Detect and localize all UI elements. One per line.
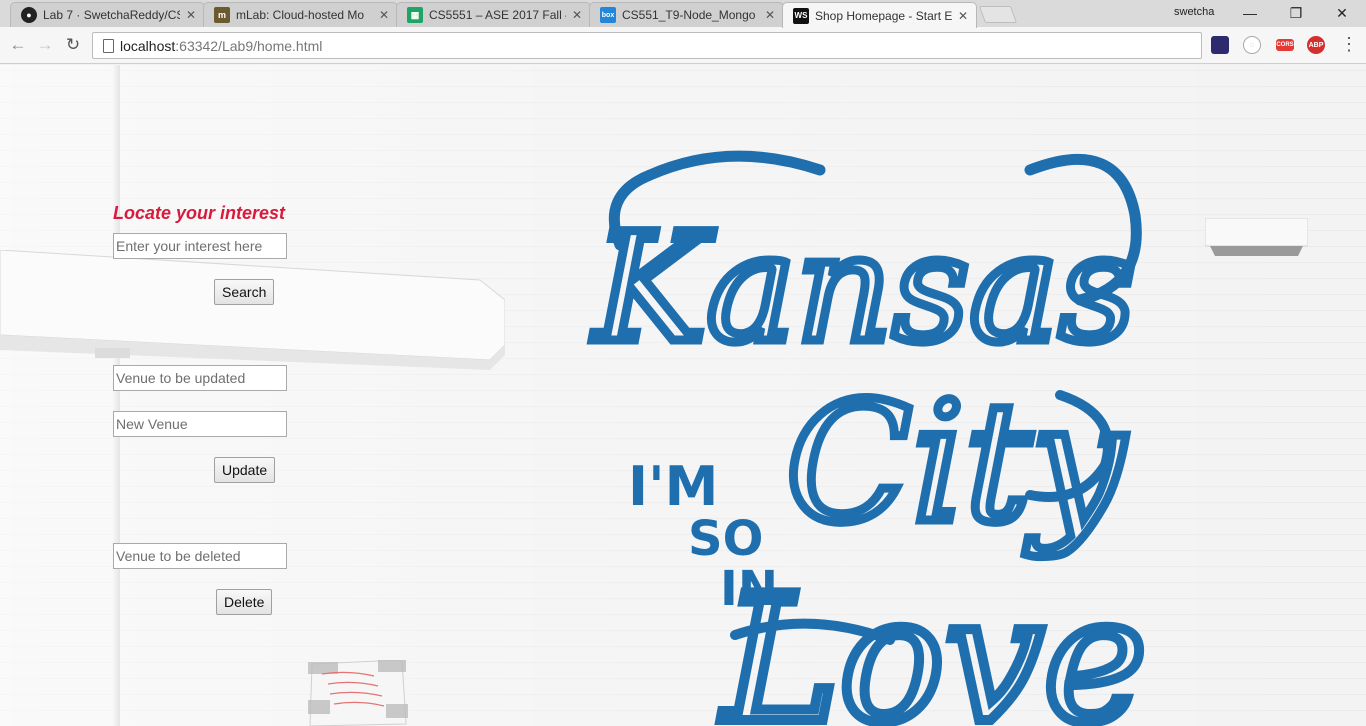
url-text[interactable]: localhost:63342/Lab9/home.html [120, 38, 322, 54]
restore-icon[interactable]: ❐ [1273, 0, 1319, 26]
kansas-city-mural: Kansas I'M SO IN City Love [587, 150, 1152, 726]
profile-name[interactable]: swetcha [1174, 6, 1214, 18]
tab-title: mLab: Cloud-hosted Mo [236, 8, 365, 22]
wall-pipe [112, 65, 120, 726]
window-close-icon[interactable]: ✕ [1319, 0, 1365, 26]
tab-title: CS5551 – ASE 2017 Fall – [429, 8, 566, 22]
tab-title: Shop Homepage - Start E [815, 8, 952, 23]
new-tab-button[interactable] [978, 6, 1018, 23]
page-info-icon[interactable] [103, 39, 114, 53]
browser-toolbar: ← → ↻ localhost:63342/Lab9/home.html ◌ C… [0, 27, 1366, 64]
sheets-icon: ▦ [407, 7, 423, 23]
tab-github[interactable]: ● Lab 7 · SwetchaReddy/CS ✕ [10, 2, 205, 27]
github-icon: ● [21, 7, 37, 23]
search-button[interactable]: Search [214, 279, 275, 305]
interest-search-input[interactable] [113, 233, 287, 259]
mural-word-im: I'M [628, 455, 718, 518]
close-icon[interactable]: ✕ [763, 8, 777, 22]
tab-title: CS551_T9-Node_Mongo [622, 8, 756, 22]
mural-word-kansas: Kansas [591, 202, 1135, 376]
address-bar[interactable]: localhost:63342/Lab9/home.html [92, 32, 1202, 59]
tab-box[interactable]: box CS551_T9-Node_Mongo ✕ [589, 2, 784, 27]
search-heading: Locate your interest [113, 203, 286, 223]
wall-note [308, 660, 408, 726]
color-icon[interactable]: CORS [1276, 39, 1294, 51]
delete-button[interactable]: Delete [216, 589, 273, 615]
venue-to-delete-input[interactable] [113, 543, 287, 569]
minimize-icon[interactable]: — [1227, 0, 1273, 26]
update-button[interactable]: Update [214, 457, 276, 483]
close-icon[interactable]: ✕ [956, 9, 970, 23]
reload-icon[interactable]: ↻ [63, 35, 83, 55]
chrome-menu-icon[interactable]: ⋮ [1340, 35, 1358, 53]
tab-sheets[interactable]: ▦ CS5551 – ASE 2017 Fall – ✕ [396, 2, 591, 27]
wall-awning [0, 250, 505, 370]
box-icon: box [600, 7, 616, 23]
close-icon[interactable]: ✕ [184, 8, 198, 22]
venue-to-update-input[interactable] [113, 365, 287, 391]
close-icon[interactable]: ✕ [570, 8, 584, 22]
close-icon[interactable]: ✕ [377, 8, 391, 22]
mlab-icon: m [214, 7, 230, 23]
new-venue-input[interactable] [113, 411, 287, 437]
ghostery-icon[interactable]: ◌ [1243, 36, 1261, 54]
vpn-icon[interactable] [1211, 36, 1229, 54]
forward-icon[interactable]: → [35, 35, 55, 55]
tab-mlab[interactable]: m mLab: Cloud-hosted Mo ✕ [203, 2, 398, 27]
tab-strip: ● Lab 7 · SwetchaReddy/CS ✕ m mLab: Clou… [0, 0, 1366, 28]
mural-word-love: Love [720, 559, 1147, 726]
tab-title: Lab 7 · SwetchaReddy/CS [43, 8, 180, 22]
page-body: Kansas I'M SO IN City Love Locate your i… [0, 65, 1366, 726]
tab-shop-homepage[interactable]: WS Shop Homepage - Start E ✕ [782, 2, 977, 28]
adblock-icon[interactable]: ABP [1307, 36, 1325, 54]
wall-lamp [1205, 218, 1308, 256]
webstorm-icon: WS [793, 7, 809, 24]
back-icon[interactable]: ← [8, 35, 28, 55]
